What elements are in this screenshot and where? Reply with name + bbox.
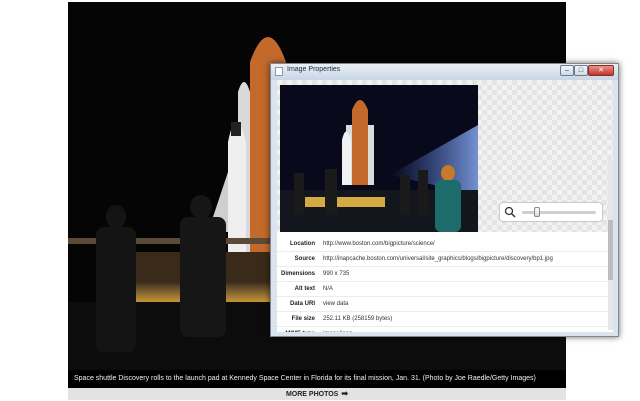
property-key: Data URI xyxy=(277,296,320,312)
window-title: Image Properties xyxy=(287,66,341,73)
dialog-content: Location http://www.boston.com/bigpicture… xyxy=(277,80,613,332)
maximize-button[interactable]: □ xyxy=(574,65,588,76)
property-value: http://www.boston.com/bigpicture/science… xyxy=(320,237,613,252)
property-key: Location xyxy=(277,237,320,252)
zoom-slider-thumb[interactable] xyxy=(533,207,540,217)
property-row: Location http://www.boston.com/bigpicture… xyxy=(277,237,613,252)
property-row: Source http://inapcache.boston.com/univer… xyxy=(277,251,613,267)
property-key: Source xyxy=(277,251,320,267)
property-value: 990 x 735 xyxy=(320,266,613,282)
property-row: Dimensions 990 x 735 xyxy=(277,266,613,282)
image-preview-thumbnail xyxy=(280,85,478,232)
minimize-button[interactable]: – xyxy=(560,65,574,76)
properties-table: Location http://www.boston.com/bigpicture… xyxy=(277,237,613,332)
title-bar[interactable]: Image Properties – □ ✕ xyxy=(271,64,618,80)
property-row: MIME typeimage/jpeg xyxy=(277,326,613,332)
property-value: image/jpeg xyxy=(320,326,613,332)
photo-caption: Space shuttle Discovery rolls to the lau… xyxy=(68,370,566,388)
scrollbar-thumb[interactable] xyxy=(608,220,613,280)
property-row: File size 252.11 KB (258159 bytes) xyxy=(277,311,613,327)
property-value: N/A xyxy=(320,281,613,297)
property-key: File size xyxy=(277,311,320,327)
image-preview-area xyxy=(277,80,613,232)
view-data-link[interactable]: view data xyxy=(320,296,613,312)
property-key: Alt text xyxy=(277,281,320,297)
property-row: Alt text N/A xyxy=(277,281,613,297)
vertical-scrollbar[interactable] xyxy=(608,160,613,330)
more-photos-link[interactable]: MORE PHOTOS ➡ xyxy=(68,388,566,400)
close-button[interactable]: ✕ xyxy=(588,65,614,76)
document-icon xyxy=(275,67,283,76)
property-key: MIME type xyxy=(277,326,320,332)
property-key: Dimensions xyxy=(277,266,320,282)
property-row: Data URI view data xyxy=(277,296,613,312)
property-value: 252.11 KB (258159 bytes) xyxy=(320,311,613,327)
arrow-right-icon: ➡ xyxy=(341,389,349,398)
zoom-control xyxy=(499,202,603,222)
more-photos-label: MORE PHOTOS xyxy=(285,391,339,398)
zoom-slider-track[interactable] xyxy=(522,207,596,217)
magnifier-icon xyxy=(504,206,516,218)
property-value: http://inapcache.boston.com/universal/si… xyxy=(320,251,613,267)
image-properties-window: Image Properties – □ ✕ Location http://w… xyxy=(270,63,619,337)
